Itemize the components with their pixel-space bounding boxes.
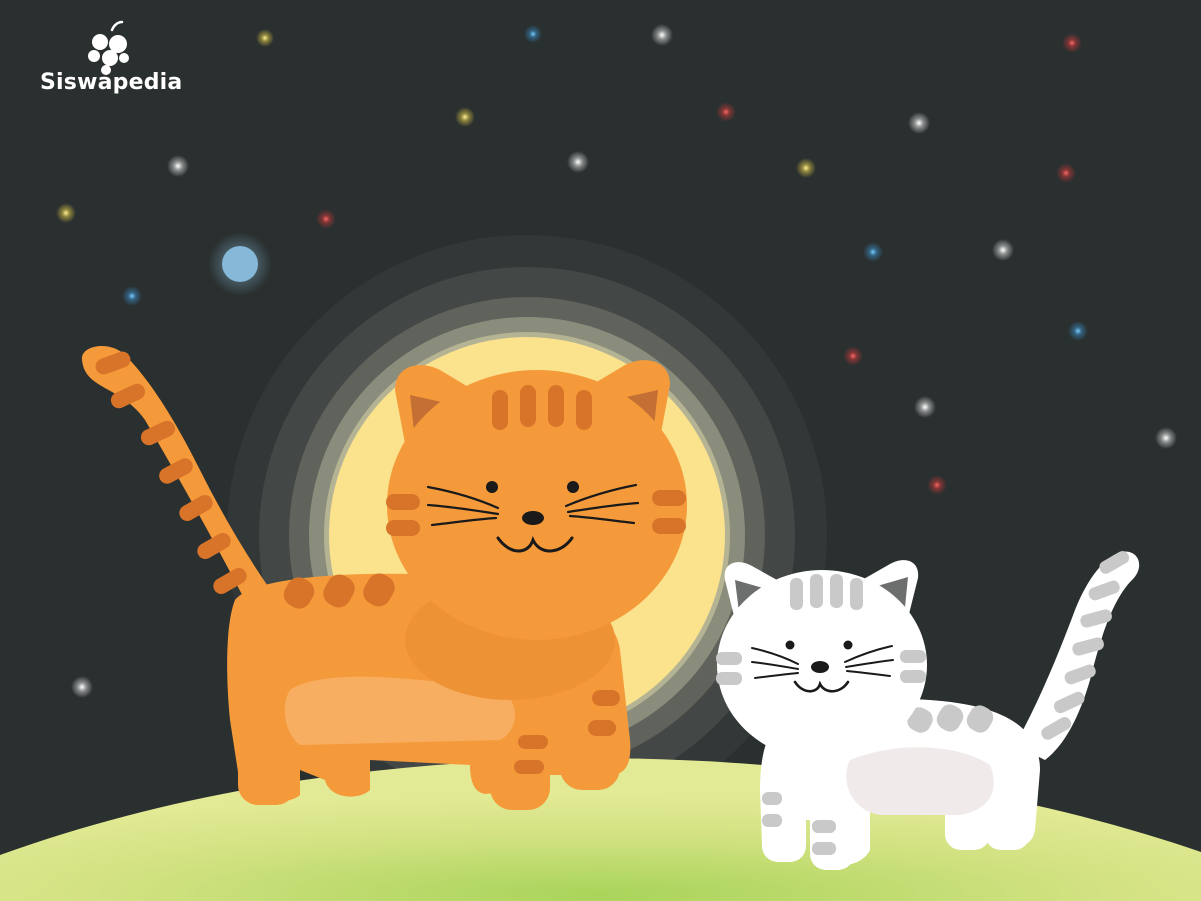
star	[455, 107, 475, 127]
star	[1062, 33, 1082, 53]
star	[122, 286, 142, 306]
star	[1155, 427, 1177, 449]
star	[927, 475, 947, 495]
star	[1068, 321, 1088, 341]
brand-name: Siswapedia	[40, 70, 183, 95]
orange-cat-eye-left	[486, 481, 498, 493]
star	[71, 676, 93, 698]
night-scene	[0, 0, 1201, 901]
star	[167, 155, 189, 177]
star	[914, 396, 936, 418]
orange-cat-eye-right	[567, 481, 579, 493]
star	[316, 209, 336, 229]
white-cat-eye-right	[843, 640, 853, 650]
orange-cat-nose	[522, 511, 544, 525]
star	[524, 25, 542, 43]
blue-planet	[208, 232, 272, 296]
star	[651, 24, 673, 46]
white-cat-eye-left	[785, 640, 795, 650]
star	[256, 29, 274, 47]
star	[716, 102, 736, 122]
star	[56, 203, 76, 223]
star	[1056, 163, 1076, 183]
star	[908, 112, 930, 134]
star	[863, 242, 883, 262]
star	[992, 239, 1014, 261]
star	[567, 151, 589, 173]
star	[843, 346, 863, 366]
star	[796, 158, 816, 178]
white-cat-nose	[811, 661, 829, 673]
